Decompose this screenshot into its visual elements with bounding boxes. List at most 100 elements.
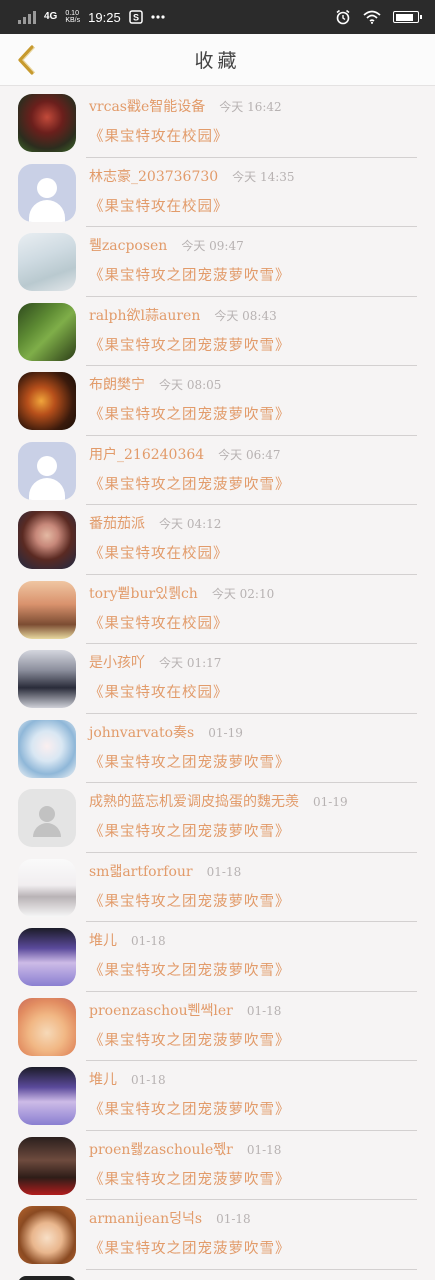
user-name[interactable]: 番茄茄派 [89, 513, 145, 533]
avatar[interactable] [18, 1067, 76, 1125]
list-item[interactable]: 堆儿 01-18 《果宝特攻之团宠菠萝吹雪》 [0, 1061, 435, 1131]
story-title[interactable]: 《果宝特攻之团宠菠萝吹雪》 [89, 820, 291, 841]
item-header: ralph欲l蒜auren 今天 08:43 [89, 305, 277, 325]
avatar[interactable] [18, 858, 76, 917]
user-name[interactable]: 堆儿 [89, 1069, 117, 1089]
avatar[interactable] [18, 997, 76, 1056]
user-name[interactable]: proenzaschou쀈쌕ler [89, 1000, 233, 1020]
story-title[interactable]: 《果宝特攻之团宠菠萝吹雪》 [89, 264, 291, 285]
chevron-left-icon [18, 45, 35, 75]
user-name[interactable]: 뤨zacposen [89, 235, 167, 255]
avatar[interactable] [18, 302, 76, 361]
item-header: johnvarvato奏s 01-19 [89, 722, 243, 742]
item-header: 是小孩吖 今天 01:17 [89, 652, 221, 672]
item-header: 堆儿 01-18 [89, 930, 166, 950]
timestamp: 今天 01:17 [159, 656, 222, 670]
list-item[interactable]: 番茄茄派 今天 04:12 《果宝特攻在校园》 [0, 505, 435, 575]
timestamp: 今天 14:35 [232, 169, 295, 184]
list-item[interactable]: armanijean덩넉s 01-18 《果宝特攻之团宠菠萝吹雪》 [0, 1200, 435, 1270]
data-speed: 0.10 KB/s [65, 10, 81, 24]
avatar[interactable] [18, 233, 76, 291]
item-header: proenzaschou쀈쌕ler 01-18 [89, 1000, 281, 1020]
user-name[interactable]: johnvarvato奏s [89, 722, 194, 742]
item-header: armanijean덩넉s 01-18 [89, 1208, 251, 1228]
list-item[interactable]: 用户_216240364 今天 06:47 《果宝特攻之团宠菠萝吹雪》 [0, 436, 435, 505]
list-item[interactable]: 堆儿 01-18 《果宝特攻之团宠菠萝吹雪》 [0, 922, 435, 992]
list-item[interactable]: johnvarvato奏s 01-19 《果宝特攻之团宠菠萝吹雪》 [0, 714, 435, 783]
timestamp: 01-18 [246, 1003, 282, 1018]
story-title[interactable]: 《果宝特攻之团宠菠萝吹雪》 [89, 1168, 291, 1189]
list-item[interactable]: 뤨zacposen 今天 09:47 《果宝特攻之团宠菠萝吹雪》 [0, 227, 435, 297]
story-title[interactable]: 《果宝特攻在校园》 [89, 195, 229, 216]
avatar[interactable] [18, 1206, 76, 1264]
list-item[interactable]: 是小孩吖 今天 01:17 《果宝特攻在校园》 [0, 644, 435, 714]
story-title[interactable]: 《果宝特攻之团宠菠萝吹雪》 [89, 473, 291, 494]
list-item[interactable]: proen뢣zaschoule쩫r 01-18 《果宝特攻之团宠菠萝吹雪》 [0, 1131, 435, 1200]
user-name[interactable]: 成熟的蓝忘机爱调皮捣蛋的魏无羡 [89, 791, 299, 811]
avatar[interactable] [18, 928, 76, 986]
list-item[interactable]: 成熟的蓝忘机爱调皮捣蛋的魏无羡 01-19 《果宝特攻之团宠菠萝吹雪》 [0, 783, 435, 853]
avatar[interactable] [18, 719, 76, 778]
user-name[interactable]: vrcas戳e智能设备 [89, 96, 205, 116]
story-title[interactable]: 《果宝特攻之团宠菠萝吹雪》 [89, 959, 291, 980]
user-name[interactable]: 林志豪_203736730 [89, 166, 218, 186]
battery-icon [393, 11, 422, 23]
avatar[interactable] [18, 580, 76, 639]
item-header: 成熟的蓝忘机爱调皮捣蛋的魏无羡 01-19 [89, 791, 348, 811]
user-name[interactable]: ralph欲l蒜auren [89, 305, 200, 325]
user-name[interactable]: proen뢣zaschoule쩫r [89, 1139, 233, 1159]
avatar[interactable] [18, 163, 76, 222]
favorites-list: vrcas戳e智能设备 今天 16:42 《果宝特攻在校园》 林志豪_20373673… [0, 88, 435, 1270]
alarm-icon [336, 9, 350, 25]
list-item[interactable]: 林志豪_203736730 今天 14:35 《果宝特攻在校园》 [0, 158, 435, 227]
item-header: tory쀁bur있뤩ch 今天 02:10 [89, 583, 274, 603]
avatar[interactable] [18, 94, 76, 152]
avatar[interactable] [18, 1136, 76, 1195]
avatar[interactable] [18, 650, 76, 708]
story-title[interactable]: 《果宝特攻之团宠菠萝吹雪》 [89, 403, 291, 424]
timestamp: 01-18 [131, 934, 166, 948]
list-item[interactable]: sm랣artforfour 01-18 《果宝特攻之团宠菠萝吹雪》 [0, 853, 435, 922]
item-header: vrcas戳e智能设备 今天 16:42 [89, 96, 282, 116]
timestamp: 今天 08:05 [159, 378, 222, 392]
story-title[interactable]: 《果宝特攻在校园》 [89, 542, 229, 563]
avatar[interactable] [18, 441, 76, 500]
app-header: 收藏 [0, 34, 435, 86]
user-name[interactable]: 堆儿 [89, 930, 117, 950]
story-title[interactable]: 《果宝特攻之团宠菠萝吹雪》 [89, 751, 291, 772]
timestamp: 今天 08:43 [214, 308, 277, 323]
list-item[interactable]: proenzaschou쀈쌕ler 01-18 《果宝特攻之团宠菠萝吹雪》 [0, 992, 435, 1061]
sim-app-icon: S [128, 10, 143, 24]
timestamp: 01-18 [216, 1212, 251, 1226]
timestamp: 今天 02:10 [211, 586, 275, 601]
signal-icon [18, 10, 36, 24]
list-item[interactable]: vrcas戳e智能设备 今天 16:42 《果宝特攻在校园》 [0, 88, 435, 158]
list-item[interactable]: tory쀁bur있뤩ch 今天 02:10 《果宝特攻在校园》 [0, 575, 435, 644]
list-item[interactable]: ralph欲l蒜auren 今天 08:43 《果宝特攻之团宠菠萝吹雪》 [0, 297, 435, 366]
story-title[interactable]: 《果宝特攻之团宠菠萝吹雪》 [89, 890, 291, 911]
user-name[interactable]: armanijean덩넉s [89, 1208, 202, 1228]
user-name[interactable]: tory쀁bur있뤩ch [89, 583, 198, 603]
item-header: 番茄茄派 今天 04:12 [89, 513, 221, 533]
avatar[interactable] [18, 511, 76, 569]
user-name[interactable]: 用户_216240364 [89, 444, 204, 464]
story-title[interactable]: 《果宝特攻之团宠菠萝吹雪》 [89, 1029, 291, 1050]
story-title[interactable]: 《果宝特攻在校园》 [89, 612, 229, 633]
story-title[interactable]: 《果宝特攻之团宠菠萝吹雪》 [89, 334, 291, 355]
item-header: 堆儿 01-18 [89, 1069, 166, 1089]
story-title[interactable]: 《果宝特攻在校园》 [89, 681, 229, 702]
svg-text:S: S [133, 13, 139, 23]
story-title[interactable]: 《果宝特攻在校园》 [89, 125, 229, 146]
back-button[interactable] [8, 42, 44, 78]
list-item[interactable]: 布朗樊宁 今天 08:05 《果宝特攻之团宠菠萝吹雪》 [0, 366, 435, 436]
story-title[interactable]: 《果宝特攻之团宠菠萝吹雪》 [89, 1237, 291, 1258]
story-title[interactable]: 《果宝特攻之团宠菠萝吹雪》 [89, 1098, 291, 1119]
timestamp: 今天 06:47 [218, 447, 281, 462]
user-name[interactable]: 是小孩吖 [89, 652, 145, 672]
user-name[interactable]: sm랣artforfour [89, 861, 193, 881]
timestamp: 今天 04:12 [159, 517, 222, 531]
avatar[interactable] [18, 789, 76, 847]
avatar[interactable] [18, 372, 76, 430]
user-name[interactable]: 布朗樊宁 [89, 374, 145, 394]
divider [86, 1268, 417, 1270]
